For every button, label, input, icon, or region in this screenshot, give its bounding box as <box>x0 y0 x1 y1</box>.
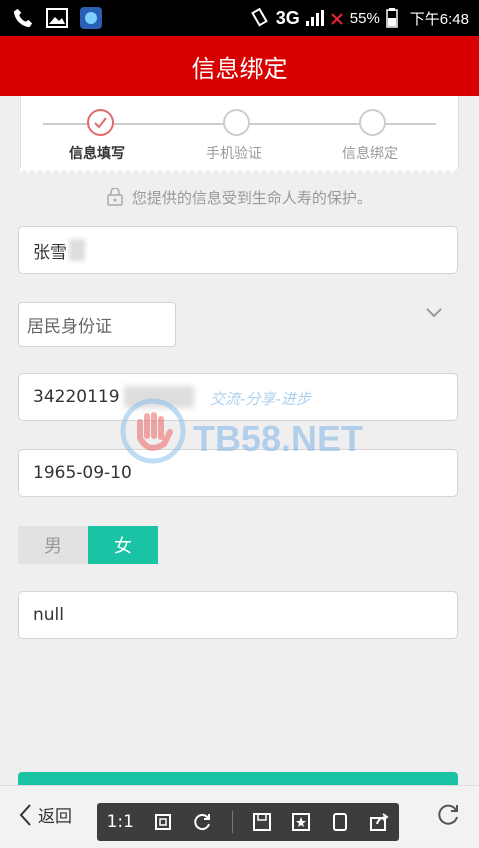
progress-steps: 信息填写 手机验证 信息绑定 <box>20 96 459 168</box>
app-icon <box>80 7 102 29</box>
step-2-label: 手机验证 <box>206 146 262 162</box>
favorite-icon[interactable] <box>291 812 311 832</box>
birthdate-value: 1965-09-10 <box>33 463 132 483</box>
fit-screen-icon[interactable] <box>153 812 173 832</box>
signal-icon <box>305 10 324 26</box>
check-icon <box>94 117 107 129</box>
chevron-down-icon[interactable] <box>424 303 444 323</box>
zoom-reset-button[interactable]: 1:1 <box>107 812 134 832</box>
gender-toggle: 男 女 <box>18 526 158 564</box>
save-icon[interactable] <box>252 812 272 832</box>
rotate-image-icon[interactable] <box>192 812 212 832</box>
back-label: 返回 <box>38 807 72 827</box>
redaction-blur <box>123 386 194 408</box>
share-icon[interactable] <box>369 812 390 832</box>
step-3-label: 信息绑定 <box>342 146 398 162</box>
id-number-value: 34220119 <box>33 387 120 407</box>
battery-icon <box>386 8 398 28</box>
phone-icon <box>13 8 33 28</box>
id-type-select[interactable]: 居民身份证 <box>18 302 176 347</box>
redaction-blur <box>69 239 85 261</box>
rotate-icon <box>250 8 268 27</box>
network-type: 3G <box>275 7 300 28</box>
no-sim-icon <box>331 13 343 25</box>
id-type-value: 居民身份证 <box>27 317 112 337</box>
device-icon[interactable] <box>330 812 350 832</box>
page-header: 信息绑定 <box>0 36 479 96</box>
id-number-field[interactable]: 34220119 <box>18 373 458 421</box>
extra-field[interactable]: null <box>18 591 458 639</box>
status-bar: 3G 55% 下午6:48 <box>0 0 479 36</box>
step-1-indicator <box>87 109 114 136</box>
step-1-label: 信息填写 <box>69 146 125 162</box>
name-value: 张雪 <box>33 242 67 263</box>
privacy-note: 您提供的信息受到生命人寿的保护。 <box>0 187 479 208</box>
gender-male-button[interactable]: 男 <box>18 526 88 564</box>
battery-percent: 55% <box>349 9 380 27</box>
gallery-icon <box>46 8 68 28</box>
back-button[interactable]: 返回 <box>18 802 72 827</box>
name-field[interactable]: 张雪 <box>18 226 458 274</box>
image-viewer-toolbar: 1:1 <box>97 803 399 841</box>
extra-value: null <box>33 605 64 625</box>
birthdate-field[interactable]: 1965-09-10 <box>18 449 458 497</box>
steps-card-edge <box>20 168 457 174</box>
step-3-indicator <box>359 109 386 136</box>
toolbar-divider <box>231 811 233 833</box>
refresh-icon[interactable] <box>435 802 461 828</box>
chevron-left-icon <box>19 803 31 826</box>
gender-female-button[interactable]: 女 <box>88 526 158 564</box>
clock: 下午6:48 <box>409 10 469 28</box>
step-2-indicator <box>223 109 250 136</box>
privacy-note-text: 您提供的信息受到生命人寿的保护。 <box>131 189 372 207</box>
page-title: 信息绑定 <box>191 54 288 83</box>
lock-icon <box>107 187 123 206</box>
